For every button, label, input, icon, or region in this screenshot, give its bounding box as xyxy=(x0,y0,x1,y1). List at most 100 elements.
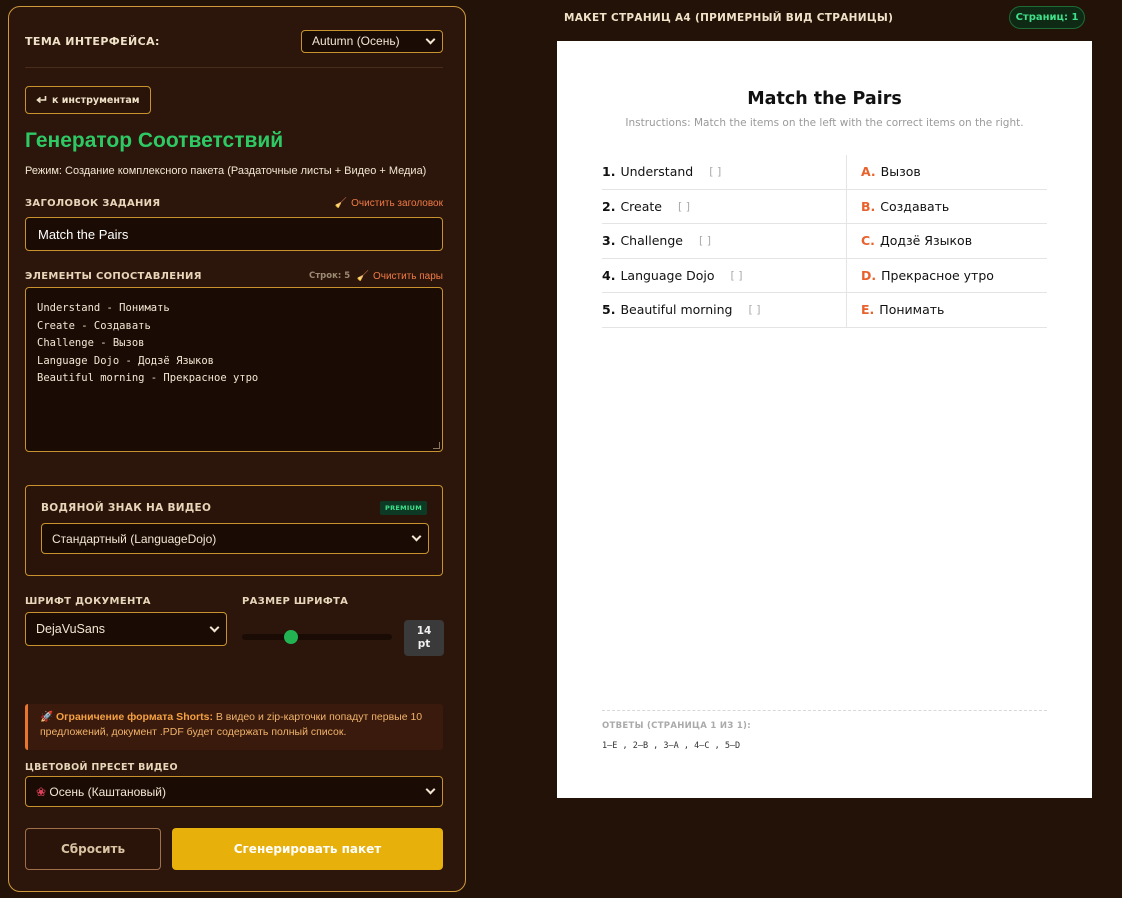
watermark-select-value: Стандартный (LanguageDojo) xyxy=(52,531,217,546)
item-text: Создавать xyxy=(880,198,950,214)
clear-pairs-label: Очистить пары xyxy=(372,271,443,282)
font-size-readout: 14 pt xyxy=(404,620,444,656)
theme-label: ТЕМА ИНТЕРФЕЙСА: xyxy=(25,34,160,48)
chevron-down-icon xyxy=(411,531,422,542)
color-preset-select[interactable]: ❀ Осень (Каштановый) xyxy=(25,776,443,807)
left-item: 3. Challenge [ ] xyxy=(602,224,847,258)
item-letter: D. xyxy=(861,267,877,283)
font-size-slider[interactable] xyxy=(242,630,392,644)
item-letter: C. xyxy=(861,233,875,249)
pair-line: Beautiful morning - Прекрасное утро xyxy=(37,372,259,384)
back-to-tools-label: к инструментам xyxy=(52,94,140,106)
pair-line: Understand - Понимать xyxy=(37,302,170,314)
table-row: 2. Create [ ] B. Создавать xyxy=(602,189,1047,224)
color-preset-label: ЦВЕТОВОЙ ПРЕСЕТ ВИДЕО xyxy=(25,762,178,773)
clear-title-button[interactable]: 🧹 Очистить заголовок xyxy=(335,198,443,209)
right-item: C. Додзё Языков xyxy=(847,224,1047,258)
left-item: 4. Language Dojo [ ] xyxy=(602,258,847,292)
item-number: 5. xyxy=(602,302,616,318)
right-item: E. Понимать xyxy=(847,293,1047,327)
item-number: 3. xyxy=(602,233,616,249)
item-text: Understand xyxy=(620,164,694,180)
item-number: 2. xyxy=(602,198,616,214)
pair-line: Create - Создавать xyxy=(37,319,151,332)
preview-title: МАКЕТ СТРАНИЦ А4 (ПРИМЕРНЫЙ ВИД СТРАНИЦЫ… xyxy=(564,12,894,24)
table-row: 3. Challenge [ ] C. Додзё Языков xyxy=(602,224,1047,259)
back-to-tools-button[interactable]: к инструментам xyxy=(25,86,151,114)
font-select[interactable]: DejaVuSans xyxy=(25,612,227,646)
notice-title: Ограничение формата Shorts: xyxy=(56,711,213,723)
item-text: Вызов xyxy=(880,164,921,180)
pair-line: Challenge - Вызов xyxy=(37,337,145,349)
page-title: Генератор Соответствий xyxy=(25,129,284,152)
answer-bracket: [ ] xyxy=(678,199,691,213)
divider xyxy=(25,67,443,68)
answer-bracket: [ ] xyxy=(698,234,712,248)
sheet-title: Match the Pairs xyxy=(747,89,902,109)
task-title-label: ЗАГОЛОВОК ЗАДАНИЯ xyxy=(25,198,161,209)
item-text: Language Dojo xyxy=(620,267,715,283)
theme-row: ТЕМА ИНТЕРФЕЙСА: Autumn (Осень) xyxy=(25,29,443,53)
pairs-table: 1. Understand [ ] A. Вызов 2. Create [ ]… xyxy=(602,155,1047,328)
font-label: ШРИФТ ДОКУМЕНТА xyxy=(25,596,151,607)
pairs-textarea[interactable]: Understand - Понимать Create - Создавать… xyxy=(25,287,443,452)
item-text: Прекрасное утро xyxy=(881,267,994,283)
theme-select-value: Autumn (Осень) xyxy=(312,34,400,48)
answer-bracket: [ ] xyxy=(748,303,761,317)
table-row: 1. Understand [ ] A. Вызов xyxy=(602,155,1047,190)
item-text: Понимать xyxy=(879,302,945,318)
premium-badge: PREMIUM xyxy=(380,501,427,515)
clear-title-label: Очистить заголовок xyxy=(351,198,443,209)
sheet-instructions: Instructions: Match the items on the lef… xyxy=(625,117,1024,129)
color-preset-value: Осень (Каштановый) xyxy=(49,784,166,799)
watermark-section: ВОДЯНОЙ ЗНАК НА ВИДЕО PREMIUM Стандартны… xyxy=(25,485,443,576)
right-item: B. Создавать xyxy=(847,190,1047,224)
right-item: A. Вызов xyxy=(847,155,1047,189)
chevron-down-icon xyxy=(425,34,436,44)
generate-button[interactable]: Сгенерировать пакет xyxy=(172,828,443,870)
left-item: 2. Create [ ] xyxy=(602,189,847,223)
chevron-down-icon xyxy=(425,784,436,795)
task-title-input[interactable]: Match the Pairs xyxy=(25,217,443,251)
answer-bracket: [ ] xyxy=(730,268,743,282)
a4-page-preview: Match the Pairs Instructions: Match the … xyxy=(557,41,1092,798)
answers-key: 1–E , 2–B , 3–A , 4–C , 5–D xyxy=(602,741,741,751)
reset-button[interactable]: Сбросить xyxy=(25,828,161,870)
chevron-down-icon xyxy=(209,622,220,632)
shorts-limit-notice: 🚀 Ограничение формата Shorts: В видео и … xyxy=(25,704,443,750)
right-item: D. Прекрасное утро xyxy=(847,259,1047,293)
pair-line: Language Dojo - Додзё Языков xyxy=(37,354,215,367)
font-size-value: 14 xyxy=(416,625,432,637)
pairs-label: ЭЛЕМЕНТЫ СОПОСТАВЛЕНИЯ xyxy=(25,271,202,282)
item-number: 1. xyxy=(602,164,616,180)
watermark-label: ВОДЯНОЙ ЗНАК НА ВИДЕО xyxy=(41,502,212,514)
broom-icon: 🧹 xyxy=(356,271,369,282)
resize-handle[interactable] xyxy=(433,442,440,449)
watermark-select[interactable]: Стандартный (LanguageDojo) xyxy=(41,523,429,554)
rows-count: Строк: 5 xyxy=(309,271,351,281)
answer-bracket: [ ] xyxy=(709,165,722,179)
mode-description: Режим: Создание комплексного пакета (Раз… xyxy=(25,165,427,177)
item-text: Challenge xyxy=(620,233,683,249)
pages-count-badge: Страниц: 1 xyxy=(1009,6,1085,29)
theme-select[interactable]: Autumn (Осень) xyxy=(301,29,443,53)
maple-leaf-icon: ❀ xyxy=(36,784,47,799)
font-select-value: DejaVuSans xyxy=(36,622,106,636)
left-item: 1. Understand [ ] xyxy=(602,155,847,189)
color-preset-value-wrap: ❀ Осень (Каштановый) xyxy=(36,785,166,799)
rocket-icon: 🚀 xyxy=(40,711,54,723)
table-row: 4. Language Dojo [ ] D. Прекрасное утро xyxy=(602,258,1047,293)
answers-divider xyxy=(602,710,1047,711)
answers-label: ОТВЕТЫ (СТРАНИЦА 1 ИЗ 1): xyxy=(602,721,751,731)
settings-panel: ТЕМА ИНТЕРФЕЙСА: Autumn (Осень) к инстру… xyxy=(8,6,466,892)
clear-pairs-button[interactable]: 🧹 Очистить пары xyxy=(357,271,444,282)
slider-thumb[interactable] xyxy=(284,630,299,644)
font-size-unit: pt xyxy=(417,638,431,650)
font-size-label: РАЗМЕР ШРИФТА xyxy=(242,596,349,607)
item-text: Beautiful morning xyxy=(620,302,733,318)
table-row: 5. Beautiful morning [ ] E. Понимать xyxy=(602,293,1047,328)
item-letter: A. xyxy=(861,164,876,180)
left-item: 5. Beautiful morning [ ] xyxy=(602,293,847,327)
return-arrow-icon xyxy=(36,96,47,104)
item-letter: B. xyxy=(861,198,876,214)
